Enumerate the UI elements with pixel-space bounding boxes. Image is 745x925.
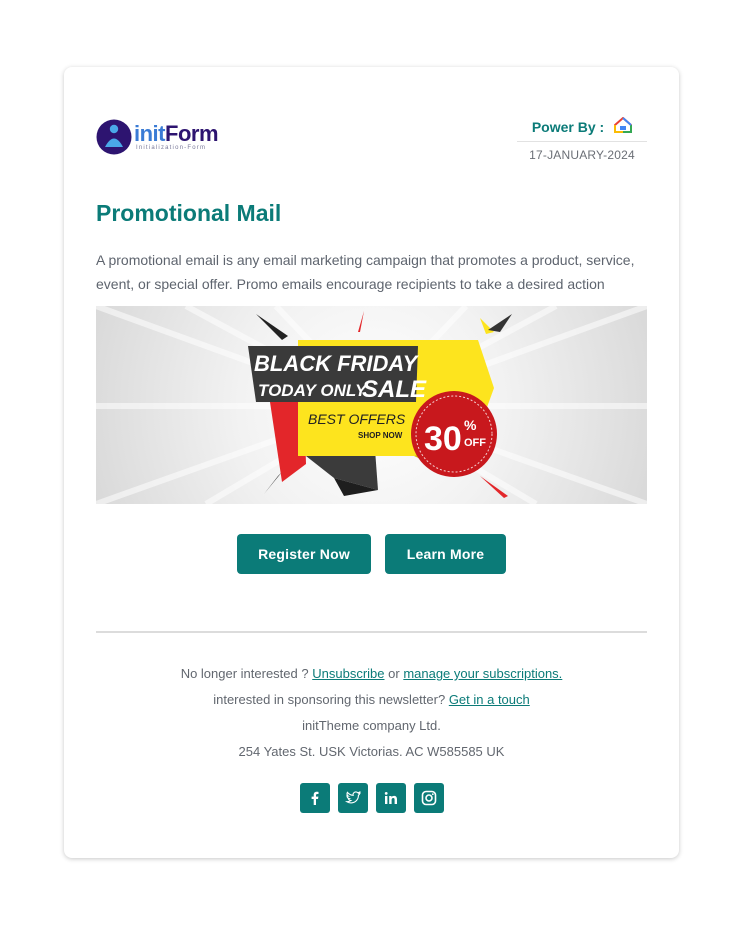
- social-links: [64, 783, 679, 813]
- unsubscribe-line: No longer interested ? Unsubscribe or ma…: [64, 661, 679, 687]
- unsubscribe-link[interactable]: Unsubscribe: [312, 666, 384, 681]
- email-card: initForm Initialization-Form Power By : …: [64, 67, 679, 858]
- powered-by: Power By : 17-JANUARY-2024: [517, 116, 647, 162]
- footer: No longer interested ? Unsubscribe or ma…: [64, 661, 679, 765]
- banner-line1: BLACK FRIDAY: [254, 351, 420, 376]
- black-friday-graphic: BLACK FRIDAY TODAY ONLY SALE BEST OFFERS…: [96, 306, 647, 504]
- header-divider: [517, 141, 647, 142]
- logo-mark-icon: [96, 119, 132, 155]
- banner-offer: BEST OFFERS: [308, 411, 406, 427]
- sponsor-line: interested in sponsoring this newsletter…: [64, 687, 679, 713]
- cta-buttons: Register Now Learn More: [64, 534, 679, 574]
- linkedin-icon[interactable]: [375, 783, 406, 813]
- no-longer-text: No longer interested ?: [180, 666, 309, 681]
- logo-tagline: Initialization-Form: [136, 145, 207, 151]
- or-text: or: [388, 666, 400, 681]
- house-icon: [614, 116, 633, 138]
- power-by-label: Power By :: [531, 119, 605, 135]
- facebook-icon[interactable]: [299, 783, 330, 813]
- banner-line2b: SALE: [362, 376, 427, 403]
- banner-shop: SHOP NOW: [358, 431, 403, 440]
- manage-subscriptions-link[interactable]: manage your subscriptions.: [403, 666, 562, 681]
- twitter-icon[interactable]: [337, 783, 368, 813]
- page-title: Promotional Mail: [96, 200, 282, 226]
- discount-number: 30: [424, 420, 462, 458]
- discount-percent: %: [464, 417, 477, 433]
- register-now-button[interactable]: Register Now: [237, 534, 371, 574]
- company-address: 254 Yates St. USK Victorias. AC W585585 …: [238, 744, 505, 759]
- promo-banner[interactable]: BLACK FRIDAY TODAY ONLY SALE BEST OFFERS…: [96, 306, 647, 504]
- learn-more-button[interactable]: Learn More: [385, 534, 506, 574]
- sponsoring-text: interested in sponsoring this newsletter…: [213, 692, 446, 707]
- discount-off: OFF: [464, 437, 486, 449]
- initform-logo[interactable]: initForm Initialization-Form: [96, 119, 226, 157]
- logo-wordmark: initForm: [134, 121, 219, 146]
- footer-divider: [96, 631, 647, 633]
- mail-date: 17-JANUARY-2024: [529, 148, 635, 162]
- company-name: initTheme company Ltd.: [302, 718, 441, 733]
- intro-text: A promotional email is any email marketi…: [96, 252, 635, 292]
- get-in-touch-link[interactable]: Get in a touch: [449, 692, 530, 707]
- banner-line2a: TODAY ONLY: [258, 381, 368, 400]
- instagram-icon[interactable]: [413, 783, 444, 813]
